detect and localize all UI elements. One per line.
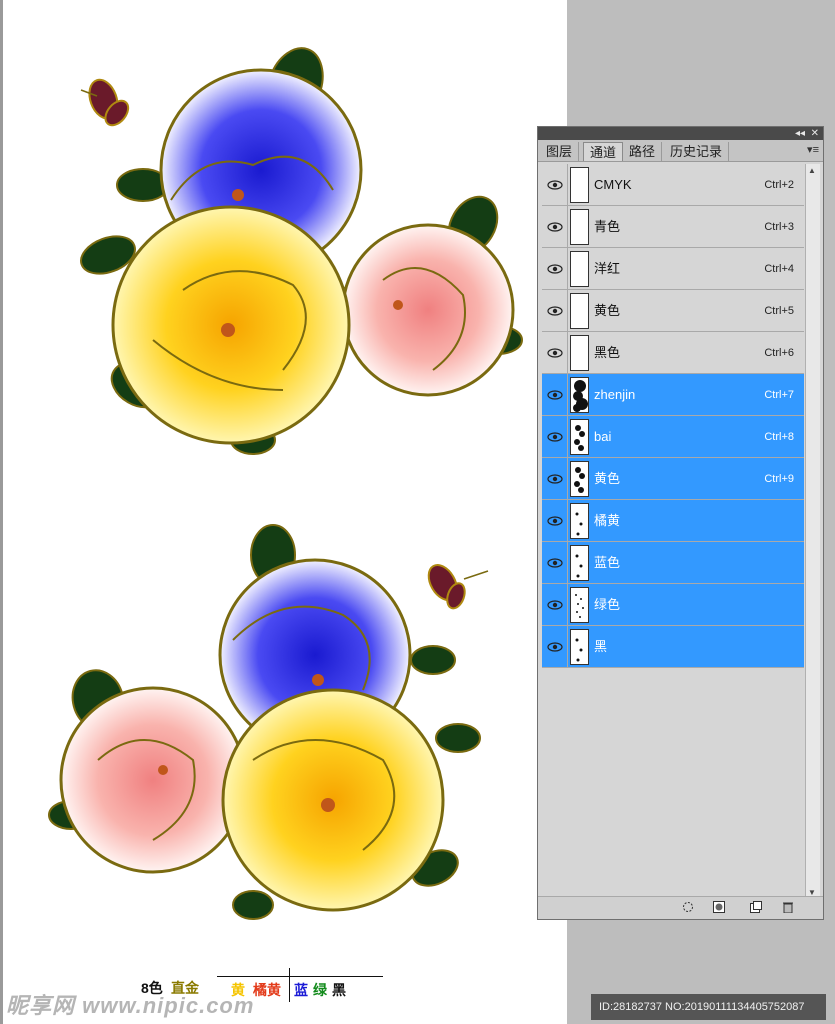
- channel-row[interactable]: bai Ctrl+8: [542, 416, 804, 458]
- trash-icon[interactable]: [781, 900, 795, 914]
- legend-line: [217, 976, 383, 977]
- channel-row[interactable]: 洋红 Ctrl+4: [542, 248, 804, 290]
- save-selection-icon[interactable]: [712, 900, 726, 914]
- collapse-panel-icon[interactable]: ◂◂: [795, 127, 805, 140]
- scroll-up-icon[interactable]: ▲: [808, 166, 816, 175]
- visibility-eye-icon[interactable]: [542, 500, 568, 541]
- channel-name: zhenjin: [594, 387, 636, 402]
- channel-shortcut: Ctrl+2: [764, 179, 794, 191]
- image-id-watermark: ID:28182737 NO:20190111134405752087: [591, 994, 826, 1020]
- channel-name: 青色: [594, 219, 621, 234]
- visibility-eye-icon[interactable]: [542, 248, 568, 289]
- visibility-eye-icon[interactable]: [542, 206, 568, 247]
- channel-name: 黑色: [594, 345, 621, 360]
- legend-blue: 蓝: [294, 982, 308, 998]
- channel-name: 黑: [594, 639, 608, 654]
- channel-name: CMYK: [594, 177, 632, 192]
- channel-thumbnail: [570, 251, 589, 287]
- channel-thumbnail: [570, 167, 589, 203]
- channel-thumbnail: [570, 419, 589, 455]
- channel-thumbnail: [570, 461, 589, 497]
- panel-menu-icon[interactable]: ▾≡: [807, 143, 819, 156]
- channel-name: bai: [594, 429, 612, 444]
- butterfly-top: [80, 78, 130, 127]
- panel-bottom-toolbar: [538, 896, 823, 919]
- channel-row[interactable]: 橘黄: [542, 500, 804, 542]
- tab-layers[interactable]: 图层: [540, 142, 580, 161]
- channel-row[interactable]: 黄色 Ctrl+5: [542, 290, 804, 332]
- channels-panel: ◂◂ ✕ 图层 通道 路径 历史记录 ▾≡ CMYK Ctrl+2 青色 Ctrl+3…: [537, 126, 824, 920]
- legend-orange: 橘黄: [253, 982, 281, 998]
- channel-name: 绿色: [594, 597, 621, 612]
- channel-name: 黄色: [594, 303, 621, 318]
- channel-row[interactable]: CMYK Ctrl+2: [542, 164, 804, 206]
- channel-thumbnail: [570, 503, 589, 539]
- visibility-eye-icon[interactable]: [542, 416, 568, 457]
- visibility-eye-icon[interactable]: [542, 164, 568, 205]
- load-selection-icon[interactable]: [681, 900, 695, 914]
- channel-shortcut: Ctrl+7: [764, 389, 794, 401]
- bottom-bouquet: [48, 524, 481, 920]
- legend-divider: [289, 968, 290, 1002]
- close-panel-icon[interactable]: ✕: [811, 127, 819, 140]
- site-watermark: 昵享网 www.nipic.com: [6, 993, 255, 1018]
- channel-thumbnail: [570, 587, 589, 623]
- channel-row[interactable]: 黑: [542, 626, 804, 668]
- channel-thumbnail: [570, 335, 589, 371]
- channel-name: 蓝色: [594, 555, 621, 570]
- channel-list-scrollbar[interactable]: ▲ ▼: [805, 164, 820, 899]
- channel-name: 洋红: [594, 261, 621, 276]
- channel-row[interactable]: zhenjin Ctrl+7: [542, 374, 804, 416]
- legend-black: 黑: [332, 982, 346, 998]
- visibility-eye-icon[interactable]: [542, 626, 568, 667]
- visibility-eye-icon[interactable]: [542, 458, 568, 499]
- visibility-eye-icon[interactable]: [542, 374, 568, 415]
- peony-artwork: [48, 47, 523, 920]
- channel-name: 橘黄: [594, 513, 621, 528]
- channel-row[interactable]: 黑色 Ctrl+6: [542, 332, 804, 374]
- channel-name: 黄色: [594, 471, 621, 486]
- channel-thumbnail: [570, 629, 589, 665]
- visibility-eye-icon[interactable]: [542, 584, 568, 625]
- tab-channels[interactable]: 通道: [583, 142, 624, 161]
- top-bouquet: [80, 47, 523, 455]
- channel-shortcut: Ctrl+5: [764, 305, 794, 317]
- channel-row[interactable]: 青色 Ctrl+3: [542, 206, 804, 248]
- butterfly-bottom: [427, 564, 489, 610]
- channel-row[interactable]: 蓝色: [542, 542, 804, 584]
- channel-thumbnail: [570, 545, 589, 581]
- visibility-eye-icon[interactable]: [542, 290, 568, 331]
- tab-paths[interactable]: 路径: [623, 142, 663, 161]
- channel-shortcut: Ctrl+3: [764, 221, 794, 233]
- panel-tabs: 图层 通道 路径 历史记录 ▾≡: [538, 140, 823, 162]
- channel-thumbnail: [570, 293, 589, 329]
- tab-history[interactable]: 历史记录: [664, 142, 730, 161]
- channel-thumbnail: [570, 377, 589, 413]
- channel-row[interactable]: 绿色: [542, 584, 804, 626]
- channel-shortcut: Ctrl+4: [764, 263, 794, 275]
- channel-thumbnail: [570, 209, 589, 245]
- channel-list: CMYK Ctrl+2 青色 Ctrl+3 洋红 Ctrl+4 黄色 Ctrl+5 黑色 Ctrl…: [542, 164, 804, 668]
- panel-titlebar[interactable]: ◂◂ ✕: [538, 127, 823, 140]
- channel-shortcut: Ctrl+6: [764, 347, 794, 359]
- visibility-eye-icon[interactable]: [542, 542, 568, 583]
- legend-green: 绿: [313, 982, 327, 998]
- new-channel-icon[interactable]: [749, 900, 763, 914]
- document-canvas[interactable]: 8色 直金 黄 橘黄 蓝 绿 黑: [0, 0, 567, 1024]
- channel-row[interactable]: 黄色 Ctrl+9: [542, 458, 804, 500]
- channel-shortcut: Ctrl+9: [764, 473, 794, 485]
- visibility-eye-icon[interactable]: [542, 332, 568, 373]
- channel-shortcut: Ctrl+8: [764, 431, 794, 443]
